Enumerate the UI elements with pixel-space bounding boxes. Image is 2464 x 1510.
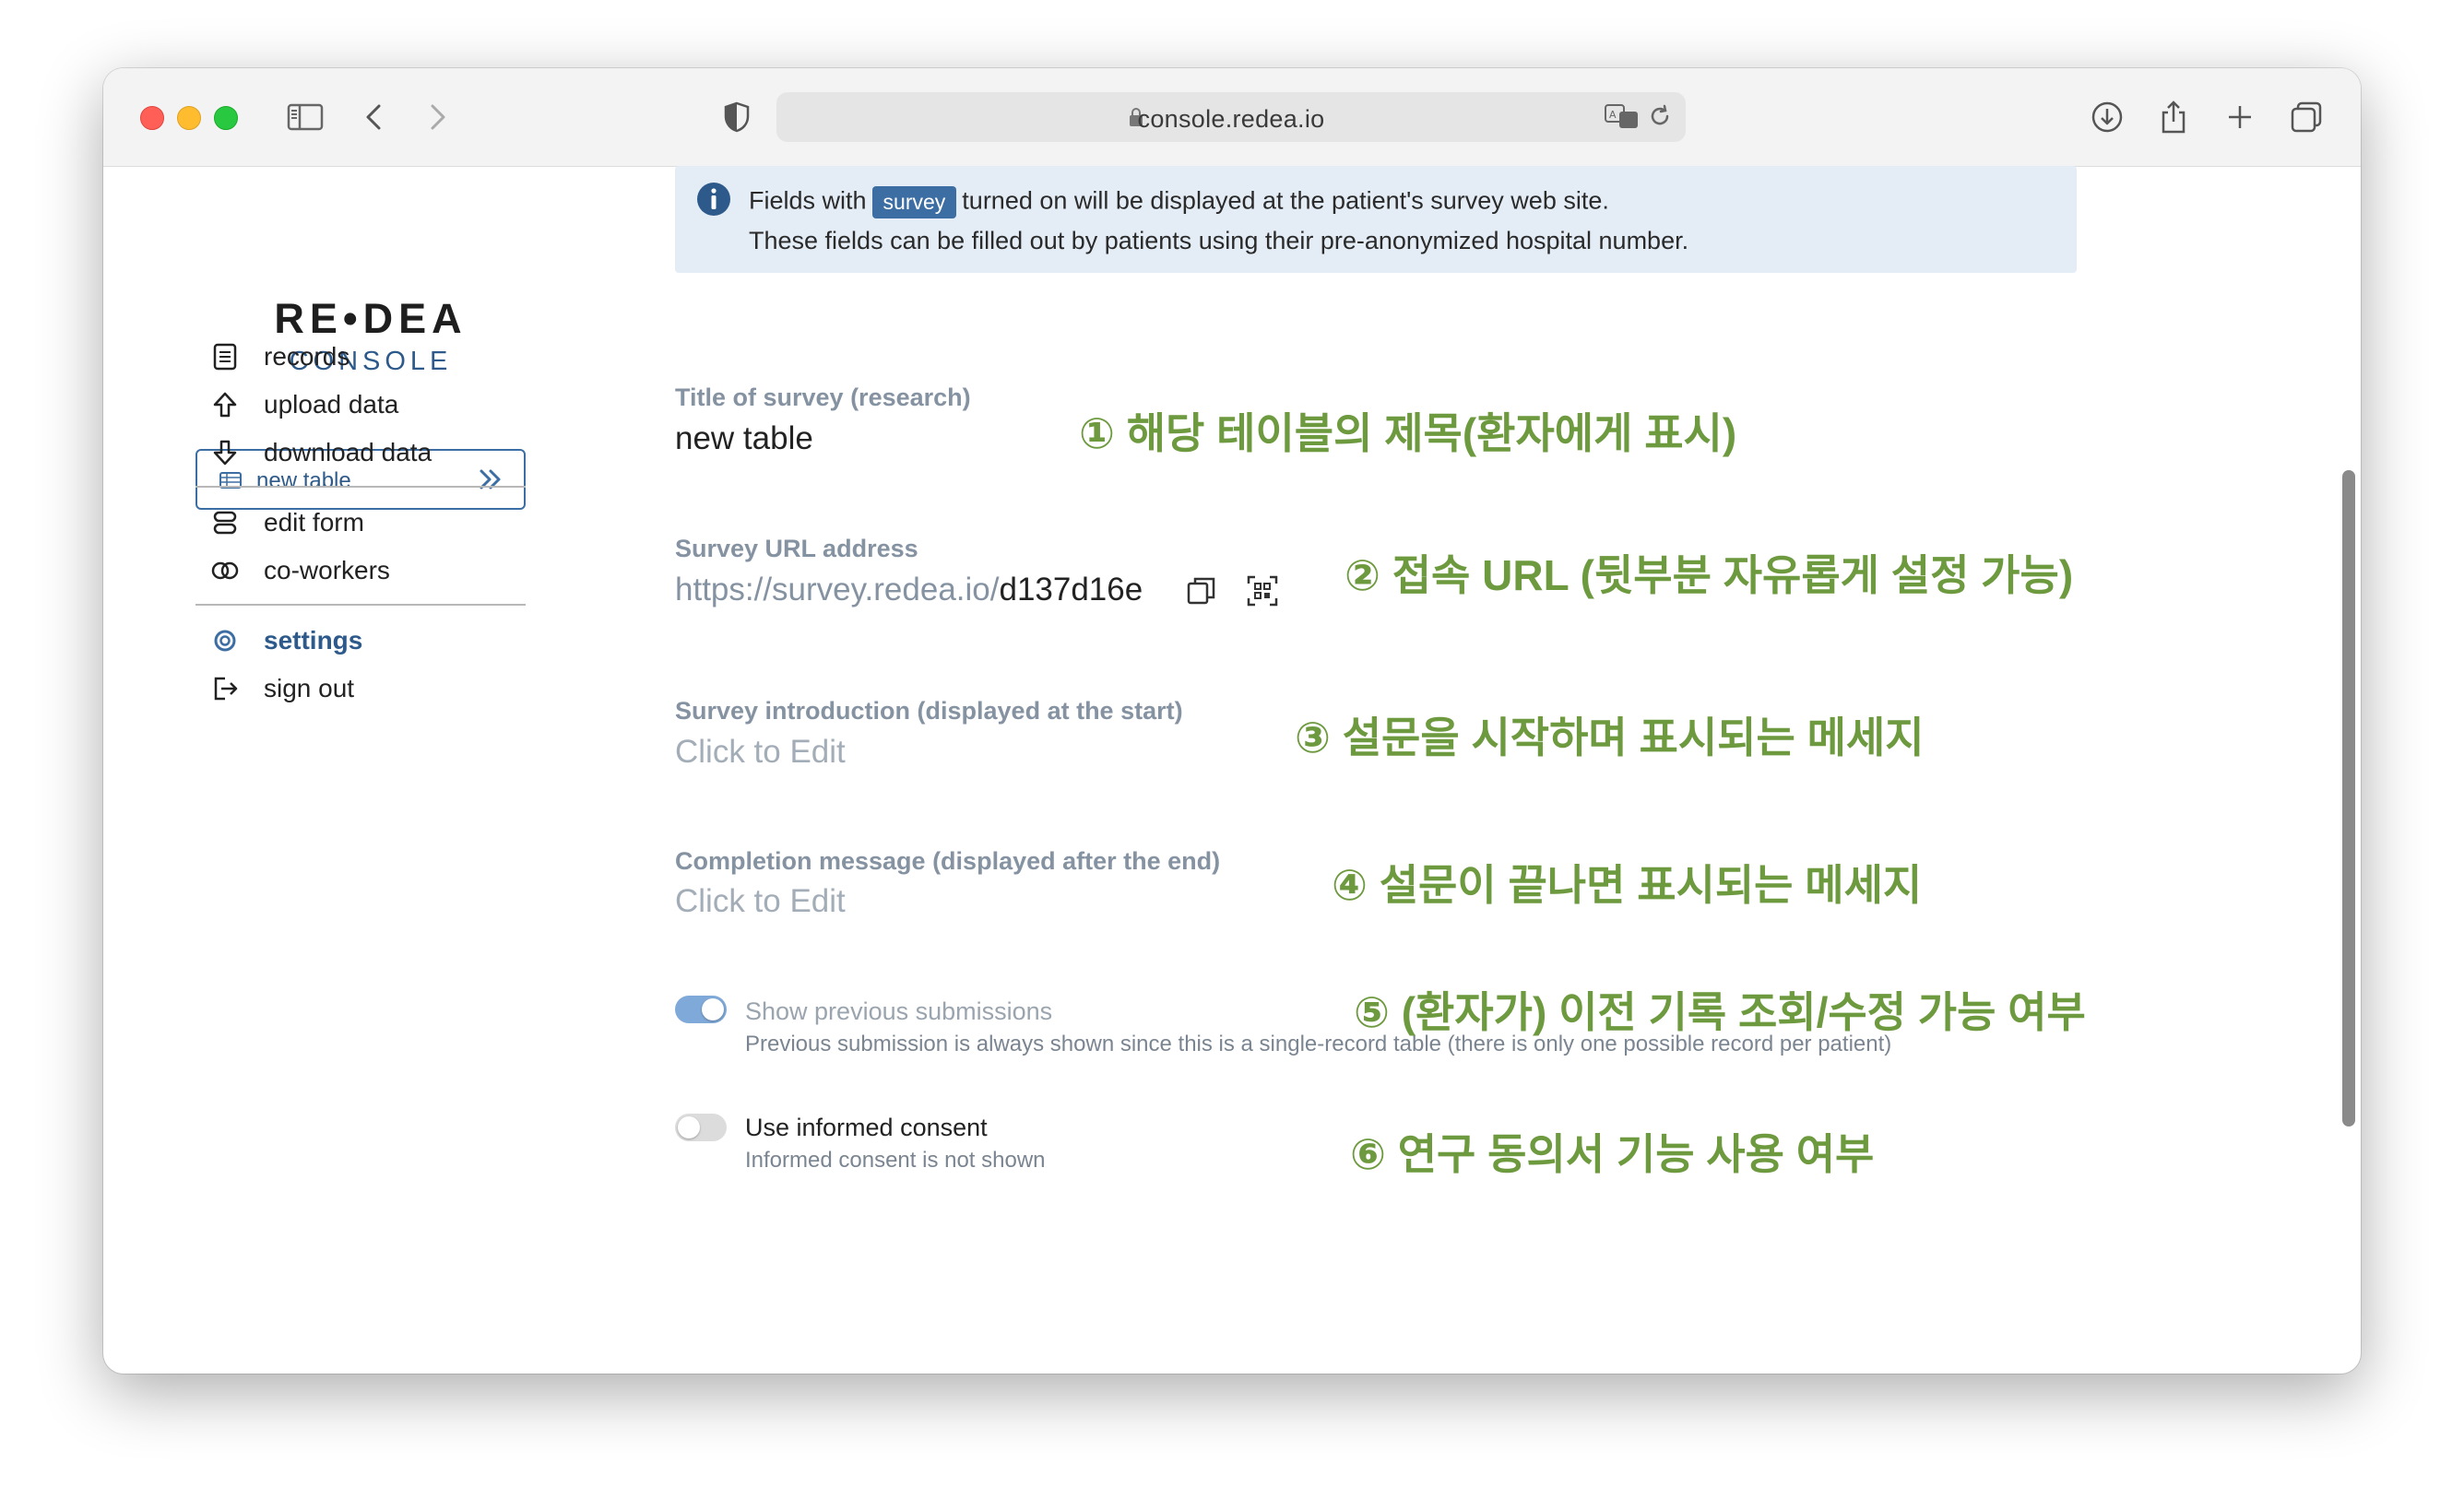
- sidebar-item-label: edit form: [264, 508, 364, 537]
- use-informed-consent-toggle[interactable]: [675, 1114, 727, 1141]
- share-icon[interactable]: [2152, 96, 2195, 138]
- annotation-1: ① 해당 테이블의 제목(환자에게 표시): [1079, 409, 1737, 457]
- reload-icon[interactable]: [1647, 103, 1673, 134]
- table-icon: [219, 471, 242, 494]
- document-icon: [209, 341, 241, 372]
- intro-field-value[interactable]: Click to Edit: [675, 734, 846, 771]
- shield-icon[interactable]: [716, 96, 758, 138]
- url-field-value[interactable]: https://survey.redea.io/d137d16e: [675, 572, 1143, 608]
- browser-toolbar: console.redea.io A: [103, 68, 2361, 167]
- completion-field-label: Completion message (displayed after the …: [675, 847, 1221, 875]
- annotation-3: ③ 설문을 시작하며 표시되는 메세지: [1295, 714, 1925, 761]
- intro-field-label: Survey introduction (displayed at the st…: [675, 697, 1183, 725]
- new-tab-icon[interactable]: [2219, 96, 2261, 138]
- translate-icon[interactable]: A: [1605, 103, 1640, 134]
- annotation-2: ② 접속 URL (뒷부분 자유롭게 설정 가능): [1345, 551, 2074, 599]
- title-field-value[interactable]: new table: [675, 420, 813, 457]
- minimize-window-button[interactable]: [177, 106, 201, 130]
- url-text: console.redea.io: [1137, 105, 1325, 133]
- sidebar-item-upload-data[interactable]: upload data: [209, 384, 514, 425]
- info-text-line1: Fields with survey turned on will be displ…: [749, 186, 1609, 218]
- copy-icon[interactable]: [1186, 575, 1217, 611]
- url-field-label: Survey URL address: [675, 535, 918, 562]
- sidebar-item-records[interactable]: records: [209, 336, 514, 377]
- toggle-knob: [678, 1116, 700, 1138]
- sidebar-item-label: records: [264, 342, 350, 371]
- browser-window: console.redea.io A RE•DEA CONSOLE new ta…: [103, 68, 2361, 1374]
- sidebar-item-download-data[interactable]: download data: [209, 432, 514, 473]
- url-suffix: d137d16e: [999, 572, 1143, 608]
- sidebar-item-label: upload data: [264, 390, 399, 419]
- sign-out-icon: [209, 673, 241, 704]
- svg-text:A: A: [1609, 109, 1617, 121]
- close-window-button[interactable]: [140, 106, 164, 130]
- download-icon[interactable]: [2086, 96, 2128, 138]
- info-icon: [695, 181, 732, 222]
- vertical-scrollbar[interactable]: [2342, 470, 2355, 1127]
- sidebar-divider: [195, 486, 526, 488]
- show-previous-submissions-toggle[interactable]: [675, 996, 727, 1023]
- qr-code-icon[interactable]: [1247, 575, 1278, 611]
- annotation-4: ④ 설문이 끝나면 표시되는 메세지: [1332, 861, 1923, 909]
- annotation-6: ⑥ 연구 동의서 기능 사용 여부: [1350, 1130, 1875, 1178]
- back-icon[interactable]: [352, 96, 395, 138]
- zoom-window-button[interactable]: [214, 106, 238, 130]
- show-previous-submissions-label: Show previous submissions: [745, 997, 1053, 1025]
- co-workers-icon: [209, 555, 241, 586]
- sidebar-item-settings[interactable]: settings: [209, 620, 514, 661]
- sidebar-toggle-icon[interactable]: [284, 96, 326, 138]
- use-informed-consent-label: Use informed consent: [745, 1114, 988, 1141]
- upload-arrow-icon: [209, 389, 241, 420]
- tabs-overview-icon[interactable]: [2285, 96, 2328, 138]
- sidebar-item-label: co-workers: [264, 556, 390, 584]
- form-icon: [209, 507, 241, 538]
- sidebar-item-edit-form[interactable]: edit form: [209, 502, 514, 543]
- use-informed-consent-desc: Informed consent is not shown: [745, 1148, 1046, 1173]
- forward-icon[interactable]: [417, 96, 459, 138]
- download-arrow-icon: [209, 437, 241, 468]
- sidebar-divider: [195, 604, 526, 606]
- sidebar-item-label: sign out: [264, 674, 355, 702]
- sidebar-item-sign-out[interactable]: sign out: [209, 668, 514, 709]
- survey-info-banner: Fields with survey turned on will be displ…: [675, 166, 2077, 273]
- completion-field-value[interactable]: Click to Edit: [675, 883, 846, 920]
- info-text-line2: These fields can be filled out by patien…: [749, 227, 1689, 254]
- address-bar[interactable]: console.redea.io A: [776, 92, 1686, 142]
- title-field-label: Title of survey (research): [675, 383, 971, 411]
- survey-badge: survey: [871, 186, 957, 218]
- annotation-5: ⑤ (환자가) 이전 기록 조회/수정 가능 여부: [1354, 988, 2086, 1036]
- sidebar-item-co-workers[interactable]: co-workers: [209, 550, 514, 591]
- toggle-knob: [702, 998, 724, 1020]
- settings-icon: [209, 625, 241, 656]
- sidebar-item-label: download data: [264, 438, 432, 466]
- sidebar-item-label: settings: [264, 626, 363, 655]
